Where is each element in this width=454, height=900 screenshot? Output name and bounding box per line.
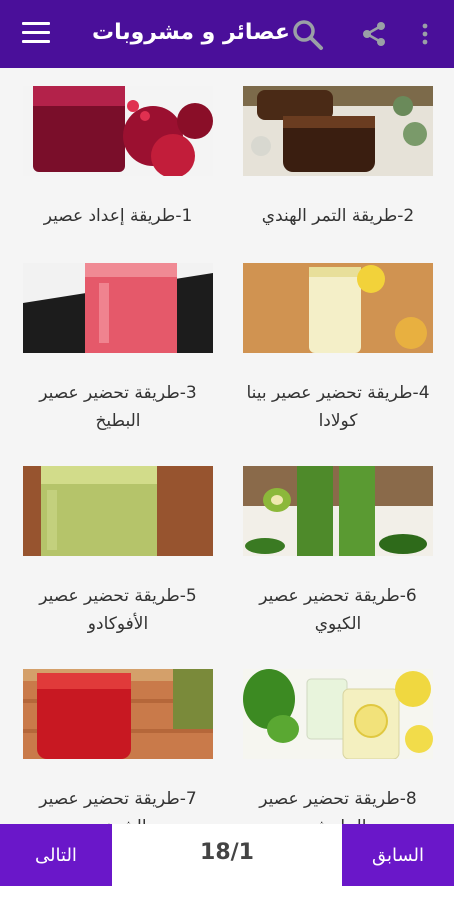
- recipe-title: 7-طريقة تحضير عصير الشمندر: [39, 789, 197, 824]
- page-title: عصائر و مشروبات: [92, 20, 290, 45]
- recipe-title: 1-طريقة إعداد عصير: [43, 206, 193, 226]
- recipe-title: 3-طريقة تحضير عصير البطيخ: [39, 383, 197, 431]
- recipe-card[interactable]: 8-طريقة تحضير عصير الجامش: [243, 669, 433, 824]
- pagination-bar: التالى 18/1 السابق: [0, 824, 454, 900]
- beetroot-juice-image: [23, 669, 213, 759]
- avocado-juice-image: [23, 466, 213, 556]
- kiwi-juice-image: [243, 466, 433, 556]
- recipe-card[interactable]: 1-طريقة إعداد عصير: [23, 86, 213, 230]
- recipe-card[interactable]: 2-طريقة التمر الهندي: [243, 86, 433, 230]
- recipe-card[interactable]: 4-طريقة تحضير عصير بينا كولادا: [243, 263, 433, 435]
- menu-icon[interactable]: [22, 22, 50, 46]
- more-vert-icon[interactable]: [418, 20, 432, 48]
- page-indicator: 18/1: [200, 840, 254, 865]
- share-icon[interactable]: [360, 20, 388, 48]
- recipe-title: 4-طريقة تحضير عصير بينا كولادا: [246, 383, 430, 431]
- lemon-mint-juice-image: [243, 669, 433, 760]
- recipe-title: 6-طريقة تحضير عصير الكيوي: [259, 586, 417, 634]
- tamarind-drink-image: [243, 86, 433, 176]
- recipe-title: 8-طريقة تحضير عصير الجامش: [259, 789, 417, 824]
- pina-colada-image: [243, 263, 433, 353]
- next-button[interactable]: التالى: [0, 824, 112, 886]
- previous-button[interactable]: السابق: [342, 824, 454, 886]
- app-bar: عصائر و مشروبات: [0, 0, 454, 68]
- recipe-grid: 1-طريقة إعداد عصير 2-طريقة التمر الهندي …: [0, 68, 454, 824]
- recipe-card[interactable]: 3-طريقة تحضير عصير البطيخ: [23, 263, 213, 435]
- search-icon[interactable]: [291, 18, 325, 52]
- watermelon-juice-image: [23, 263, 213, 353]
- bottom-strip: [0, 886, 454, 900]
- pomegranate-juice-image: [23, 86, 213, 178]
- recipe-card[interactable]: 5-طريقة تحضير عصير الأفوكادو: [23, 466, 213, 638]
- recipe-title: 2-طريقة التمر الهندي: [261, 206, 415, 226]
- recipe-card[interactable]: 7-طريقة تحضير عصير الشمندر: [23, 669, 213, 824]
- recipe-title: 5-طريقة تحضير عصير الأفوكادو: [39, 586, 197, 634]
- recipe-card[interactable]: 6-طريقة تحضير عصير الكيوي: [243, 466, 433, 638]
